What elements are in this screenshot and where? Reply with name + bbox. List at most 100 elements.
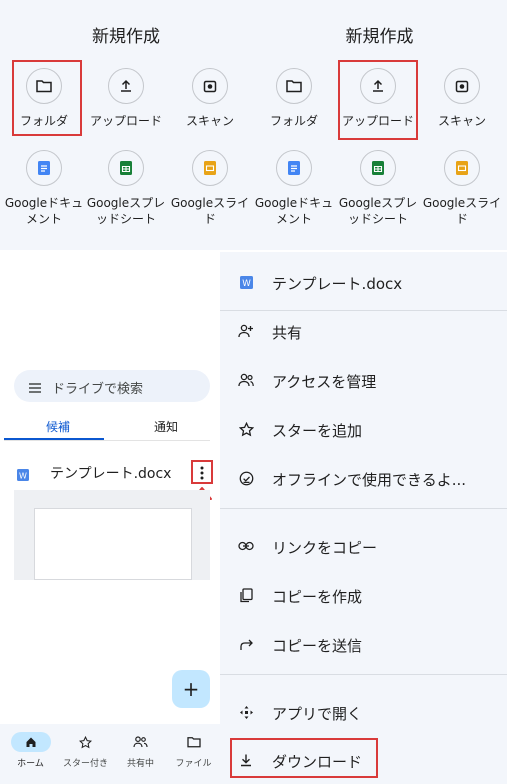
more-options-button[interactable] <box>191 460 213 484</box>
svg-text:W: W <box>242 279 251 289</box>
scan-option[interactable]: スキャン <box>168 60 252 130</box>
google-docs-option[interactable]: Googleドキュ メント <box>252 146 336 236</box>
copy-icon <box>236 585 256 605</box>
option-label-line2: ド <box>203 212 216 226</box>
option-label-line2: ッドシート <box>347 212 408 226</box>
option-label-line2: メント <box>25 212 62 226</box>
google-sheets-icon <box>108 150 144 186</box>
upload-icon <box>108 68 144 104</box>
new-sheet-title: 新規作成 <box>345 27 414 47</box>
google-slides-option[interactable]: Googleスライ ド <box>168 146 252 236</box>
nav-label: ホーム <box>17 759 44 769</box>
new-sheet-title: 新規作成 <box>92 27 160 47</box>
google-sheets-option[interactable]: Googleスプレ ッドシート <box>336 146 420 236</box>
highlight-box <box>230 738 378 778</box>
menu-item-label: スターを追加 <box>272 422 363 440</box>
tab-indicator <box>4 438 104 440</box>
nav-starred[interactable]: スター付き <box>58 724 113 784</box>
new-folder-option[interactable]: フォルダ <box>252 60 336 130</box>
camera-icon <box>192 68 228 104</box>
more-vert-icon <box>200 466 204 480</box>
google-docs-icon <box>276 150 312 186</box>
nav-label: 共有中 <box>126 759 154 769</box>
star-icon <box>66 732 106 752</box>
menu-item-label: リンクをコピー <box>272 539 378 557</box>
google-slides-option[interactable]: Googleスライ ド <box>420 146 504 236</box>
bottom-nav: ホーム スター付き 共有中 ファイル <box>0 724 220 784</box>
send-icon <box>236 634 256 654</box>
google-docs-option[interactable]: Googleドキュ メント <box>2 146 86 236</box>
file-thumbnail[interactable] <box>14 490 210 580</box>
option-label: アップロード <box>89 114 162 128</box>
word-doc-icon: W <box>236 272 256 292</box>
word-doc-icon: W <box>17 466 29 485</box>
option-label: フォルダ <box>269 114 318 128</box>
menu-item-open-with[interactable]: アプリで開く <box>220 692 507 732</box>
option-label: スキャン <box>185 114 234 128</box>
tab-notifications[interactable]: 通知 <box>154 418 178 435</box>
menu-item-label: コピーを作成 <box>272 588 363 606</box>
menu-item-label: アプリで開く <box>272 705 363 723</box>
people-icon <box>121 732 161 752</box>
nav-shared[interactable]: 共有中 <box>113 724 168 784</box>
menu-item-copy-link[interactable]: リンクをコピー <box>220 526 507 566</box>
menu-item-label: オフラインで使用できるよ... <box>272 471 467 489</box>
menu-header: W テンプレート.docx <box>220 262 507 302</box>
link-icon <box>236 536 256 556</box>
option-label-line2: ッドシート <box>95 212 156 226</box>
option-label-line1: Googleスライ <box>422 196 502 210</box>
option-label-line1: Googleドキュ <box>4 196 84 210</box>
google-sheets-icon <box>360 150 396 186</box>
new-sheet-right: 新規作成 フォルダ アップロード スキャン Googleドキュ メント Goog… <box>252 0 507 250</box>
nav-files[interactable]: ファイル <box>166 724 221 784</box>
menu-divider <box>220 508 507 509</box>
menu-item-label: アクセスを管理 <box>272 373 377 391</box>
search-bar[interactable]: ドライブで検索 <box>14 370 210 402</box>
menu-item-make-copy[interactable]: コピーを作成 <box>220 575 507 615</box>
menu-item-send-copy[interactable]: コピーを送信 <box>220 624 507 664</box>
search-input[interactable]: ドライブで検索 <box>52 378 143 397</box>
tab-divider <box>4 440 210 441</box>
new-fab-button[interactable]: + <box>172 670 210 708</box>
menu-icon[interactable] <box>28 379 42 398</box>
new-sheet-left: 新規作成 フォルダ アップロード スキャン Googleドキュ メント Goog… <box>0 0 252 250</box>
scan-option[interactable]: スキャン <box>420 60 504 130</box>
upload-option[interactable]: アップロード <box>84 60 168 130</box>
highlight-box <box>338 60 418 140</box>
svg-text:W: W <box>19 471 27 480</box>
option-label-line1: Googleスプレ <box>338 196 418 210</box>
camera-icon <box>444 68 480 104</box>
menu-item-manage-access[interactable]: アクセスを管理 <box>220 360 507 400</box>
offline-icon <box>236 468 256 488</box>
option-label-line1: Googleドキュ <box>254 196 334 210</box>
thumbnail-page <box>34 508 192 580</box>
menu-item-label: コピーを送信 <box>272 637 363 655</box>
open-with-icon <box>236 702 256 722</box>
google-slides-icon <box>444 150 480 186</box>
folder-icon <box>276 68 312 104</box>
tab-suggested[interactable]: 候補 <box>46 418 70 435</box>
option-label-line1: Googleスライ <box>170 196 250 210</box>
person-add-icon <box>236 321 256 341</box>
menu-divider <box>220 674 507 675</box>
drive-home: ドライブで検索 候補 通知 W テンプレート.docx + ホーム スター付き <box>0 252 220 784</box>
nav-home[interactable]: ホーム <box>3 724 58 784</box>
option-label-line2: メント <box>275 212 312 226</box>
menu-item-share[interactable]: 共有 <box>220 311 507 351</box>
file-name[interactable]: テンプレート.docx <box>50 463 171 483</box>
google-docs-icon <box>26 150 62 186</box>
option-label-line2: ド <box>455 212 468 226</box>
google-sheets-option[interactable]: Googleスプレ ッドシート <box>84 146 168 236</box>
option-label-line1: Googleスプレ <box>86 196 166 210</box>
menu-item-offline[interactable]: オフラインで使用できるよ... <box>220 458 507 498</box>
option-label: スキャン <box>437 114 486 128</box>
file-context-menu: W テンプレート.docx 共有 アクセスを管理 スターを追加 オフラインで使用… <box>220 252 507 784</box>
menu-item-label: 共有 <box>272 324 303 342</box>
menu-item-add-star[interactable]: スターを追加 <box>220 409 507 449</box>
manage-access-icon <box>236 370 256 390</box>
home-icon <box>10 732 51 752</box>
star-icon <box>236 419 256 439</box>
google-slides-icon <box>192 150 228 186</box>
nav-label: スター付き <box>62 759 108 769</box>
folder-icon <box>174 732 214 752</box>
